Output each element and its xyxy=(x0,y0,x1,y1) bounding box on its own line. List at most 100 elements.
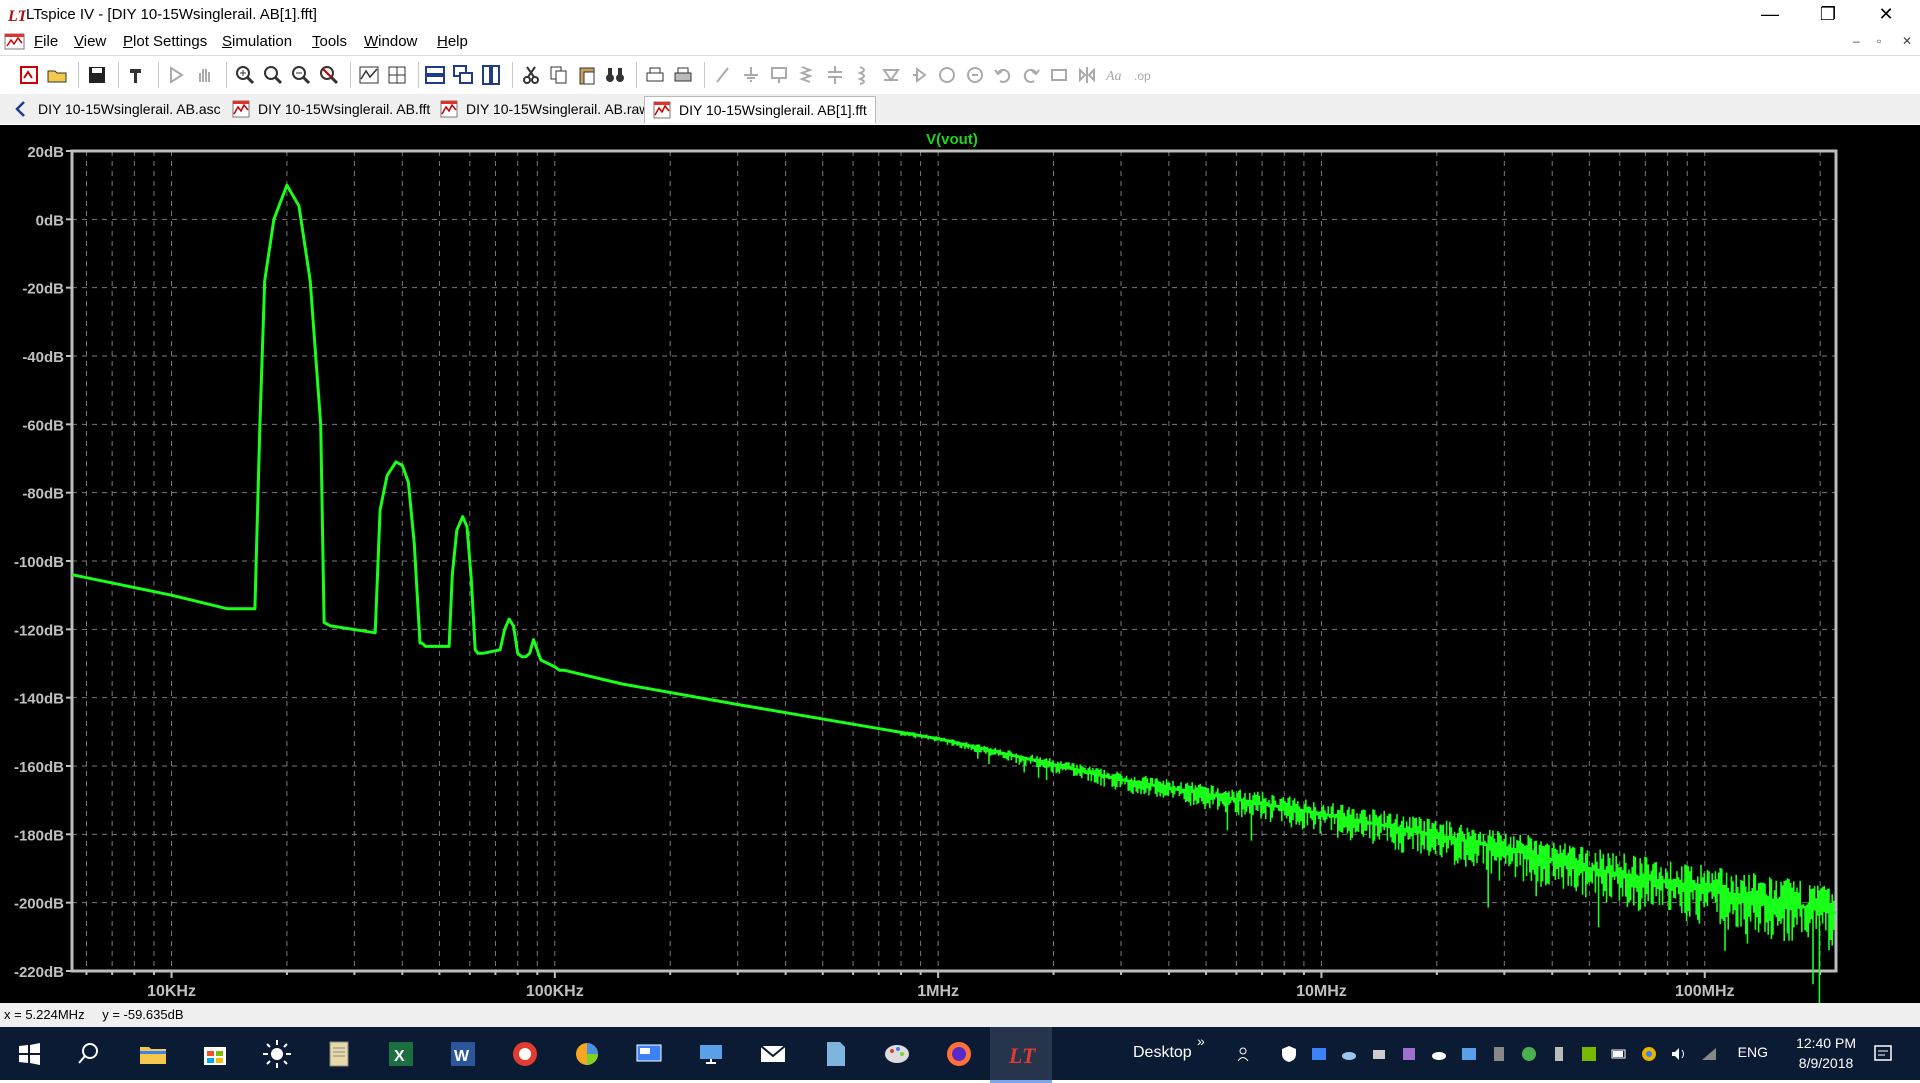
component-icon[interactable] xyxy=(908,64,930,86)
cursor-axes-icon[interactable] xyxy=(386,64,408,86)
cascade-icon[interactable] xyxy=(452,64,474,86)
tab-fft[interactable]: DIY 10-15Wsinglerail. AB.fft xyxy=(224,96,440,122)
undo-icon[interactable] xyxy=(992,64,1014,86)
find-binoculars-icon[interactable] xyxy=(604,64,626,86)
zoom-out-icon[interactable] xyxy=(290,64,312,86)
file-explorer-icon[interactable] xyxy=(136,1037,170,1071)
excel-icon[interactable]: X xyxy=(384,1037,418,1071)
remote-desktop-icon[interactable] xyxy=(632,1037,666,1071)
tile-horizontal-icon[interactable] xyxy=(424,64,446,86)
print-preview-icon[interactable] xyxy=(644,64,666,86)
y-axis: 20dB 0dB -20dB -40dB -60dB -80dB -100dB -120dB -… xyxy=(14,144,72,981)
run-icon[interactable] xyxy=(166,64,188,86)
chrome-icon[interactable] xyxy=(1640,1045,1658,1063)
mdi-restore-button[interactable]: ▫ xyxy=(1877,34,1881,48)
ground-icon[interactable] xyxy=(740,64,762,86)
zoom-in-icon[interactable] xyxy=(234,64,256,86)
halt-hand-icon[interactable] xyxy=(194,64,216,86)
wifi-icon[interactable] xyxy=(1700,1045,1718,1063)
menu-plot-settings[interactable]: Plot Settings xyxy=(123,33,207,50)
tile-vertical-icon[interactable] xyxy=(480,64,502,86)
spice-directive-icon[interactable]: .op xyxy=(1132,64,1154,86)
label-net-icon[interactable] xyxy=(768,64,790,86)
waveform-icon xyxy=(232,100,250,118)
people-icon[interactable] xyxy=(1236,1045,1254,1063)
new-schematic-icon[interactable] xyxy=(18,64,40,86)
red-app-icon[interactable] xyxy=(508,1037,542,1071)
menu-window[interactable]: Window xyxy=(364,33,417,50)
store-icon[interactable] xyxy=(198,1037,232,1071)
mdi-minimize-button[interactable]: – xyxy=(1853,34,1860,48)
autorange-icon[interactable] xyxy=(358,64,380,86)
draw-wire-icon[interactable] xyxy=(712,64,734,86)
tab-bar: DIY 10-15Wsinglerail. AB.asc DIY 10-15Ws… xyxy=(0,94,1920,124)
minimize-button[interactable]: — xyxy=(1742,0,1798,30)
toolbar-more-chevron-icon[interactable]: » xyxy=(1197,1033,1205,1049)
paint-icon[interactable] xyxy=(880,1037,914,1071)
notepad-icon[interactable] xyxy=(322,1037,356,1071)
capacitor-icon[interactable] xyxy=(824,64,846,86)
tray-window-icon[interactable] xyxy=(1460,1045,1478,1063)
language-indicator[interactable]: ENG xyxy=(1738,1044,1768,1060)
menu-simulation[interactable]: Simulation xyxy=(222,33,292,50)
pan-icon[interactable] xyxy=(262,64,284,86)
settings-sun-icon[interactable] xyxy=(260,1037,294,1071)
search-icon[interactable] xyxy=(72,1037,106,1071)
paste-icon[interactable] xyxy=(576,64,598,86)
cut-icon[interactable] xyxy=(520,64,542,86)
tray-app-icon[interactable] xyxy=(1310,1045,1328,1063)
color-app-icon[interactable] xyxy=(570,1037,604,1071)
firefox-icon[interactable] xyxy=(942,1037,976,1071)
desktop-toolbar-label[interactable]: Desktop xyxy=(1133,1044,1192,1062)
rotate-icon[interactable] xyxy=(1048,64,1070,86)
tray-printer-icon[interactable] xyxy=(1370,1045,1388,1063)
trace-label-vvout[interactable]: V(vout) xyxy=(926,131,978,148)
mail-icon[interactable] xyxy=(756,1037,790,1071)
menu-tools[interactable]: Tools xyxy=(312,33,347,50)
save-icon[interactable] xyxy=(86,64,108,86)
tray-globe-icon[interactable] xyxy=(1520,1045,1538,1063)
close-button[interactable]: ✕ xyxy=(1858,0,1914,30)
move-hand-icon[interactable] xyxy=(936,64,958,86)
windows-start-icon[interactable] xyxy=(12,1037,46,1071)
onedrive-icon[interactable] xyxy=(1430,1045,1448,1063)
open-folder-icon[interactable] xyxy=(46,64,68,86)
windows-taskbar: X W LT Desktop » ENG 12:40 PM 8/9/2018 xyxy=(0,1027,1920,1083)
word-icon[interactable]: W xyxy=(446,1037,480,1071)
network-pc-icon[interactable] xyxy=(694,1037,728,1071)
ltspice-taskbar-icon[interactable]: LT xyxy=(1004,1037,1038,1071)
resistor-icon[interactable] xyxy=(796,64,818,86)
zoom-fit-icon[interactable] xyxy=(318,64,340,86)
mdi-close-button[interactable]: ✕ xyxy=(1902,34,1912,48)
clock[interactable]: 12:40 PM 8/9/2018 xyxy=(1796,1033,1856,1073)
text-icon[interactable]: Aa xyxy=(1104,64,1126,86)
print-icon[interactable] xyxy=(672,64,694,86)
restore-button[interactable]: ❐ xyxy=(1800,0,1856,30)
tray-device-icon[interactable] xyxy=(1490,1045,1508,1063)
drag-hand-icon[interactable] xyxy=(964,64,986,86)
battery-icon[interactable] xyxy=(1610,1045,1628,1063)
menu-file[interactable]: File xyxy=(34,33,58,50)
defender-shield-icon[interactable] xyxy=(1280,1045,1298,1063)
diode-icon[interactable] xyxy=(880,64,902,86)
fft-chart[interactable]: 20dB 0dB -20dB -40dB -60dB -80dB -100dB -120dB -… xyxy=(0,125,1920,1003)
tab-fft-1-active[interactable]: DIY 10-15Wsinglerail. AB[1].fft xyxy=(644,96,876,123)
document-app-icon[interactable] xyxy=(818,1037,852,1071)
tab-raw[interactable]: DIY 10-15Wsinglerail. AB.raw xyxy=(432,96,659,122)
volume-icon[interactable] xyxy=(1670,1045,1688,1063)
tray-media-icon[interactable] xyxy=(1400,1045,1418,1063)
waveform-plot-pane[interactable]: 20dB 0dB -20dB -40dB -60dB -80dB -100dB -120dB -… xyxy=(0,125,1920,1003)
action-center-icon[interactable] xyxy=(1872,1043,1894,1065)
nvidia-icon[interactable] xyxy=(1580,1045,1598,1063)
menu-help[interactable]: Help xyxy=(437,33,468,50)
control-panel-hammer-icon[interactable] xyxy=(126,64,148,86)
tray-usb-icon[interactable] xyxy=(1550,1045,1568,1063)
redo-icon[interactable] xyxy=(1020,64,1042,86)
document-waveform-icon[interactable] xyxy=(4,32,26,52)
inductor-icon[interactable] xyxy=(852,64,874,86)
tab-asc[interactable]: DIY 10-15Wsinglerail. AB.asc xyxy=(4,96,230,122)
mirror-icon[interactable] xyxy=(1076,64,1098,86)
menu-view[interactable]: View xyxy=(74,33,106,50)
tray-cloud-icon[interactable] xyxy=(1340,1045,1358,1063)
copy-icon[interactable] xyxy=(548,64,570,86)
